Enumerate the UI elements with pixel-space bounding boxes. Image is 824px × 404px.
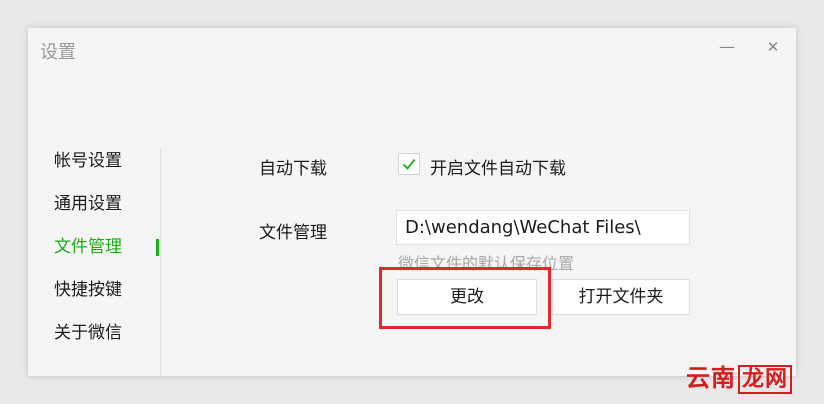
sidebar-item-label: 快捷按键 xyxy=(54,280,122,300)
watermark-boxed-text: 龙网 xyxy=(738,365,793,394)
window-title: 设置 xyxy=(40,42,76,63)
watermark-logo: 云南 龙网 xyxy=(686,358,793,394)
sidebar-item-shortcuts[interactable]: 快捷按键 xyxy=(28,269,160,312)
close-icon[interactable]: ✕ xyxy=(762,36,784,58)
file-management-label: 文件管理 xyxy=(259,223,327,243)
sidebar-item-label: 通用设置 xyxy=(54,194,122,214)
sidebar-divider xyxy=(160,148,161,376)
sidebar-item-label: 关于微信 xyxy=(54,323,122,343)
save-path-field[interactable]: D:\wendang\WeChat Files\ xyxy=(396,210,690,245)
sidebar-item-label: 文件管理 xyxy=(54,237,122,257)
settings-window: 设置 — ✕ 帐号设置 通用设置 文件管理 快捷按键 关于微信 自动下载 开启文… xyxy=(28,28,796,376)
sidebar-item-general[interactable]: 通用设置 xyxy=(28,183,160,226)
sidebar-item-label: 帐号设置 xyxy=(54,151,122,171)
auto-download-option-label[interactable]: 开启文件自动下载 xyxy=(430,154,566,179)
auto-download-checkbox[interactable] xyxy=(398,153,420,175)
open-folder-button[interactable]: 打开文件夹 xyxy=(552,279,690,315)
settings-sidebar: 帐号设置 通用设置 文件管理 快捷按键 关于微信 xyxy=(28,140,160,355)
active-marker xyxy=(156,239,159,256)
check-icon xyxy=(402,158,416,170)
sidebar-item-file-management[interactable]: 文件管理 xyxy=(28,226,160,269)
sidebar-item-about[interactable]: 关于微信 xyxy=(28,312,160,355)
sidebar-item-account[interactable]: 帐号设置 xyxy=(28,140,160,183)
auto-download-label: 自动下载 xyxy=(259,159,327,179)
annotation-highlight-box xyxy=(379,267,551,329)
minimize-icon[interactable]: — xyxy=(716,36,738,58)
watermark-text: 云南 xyxy=(686,364,736,392)
